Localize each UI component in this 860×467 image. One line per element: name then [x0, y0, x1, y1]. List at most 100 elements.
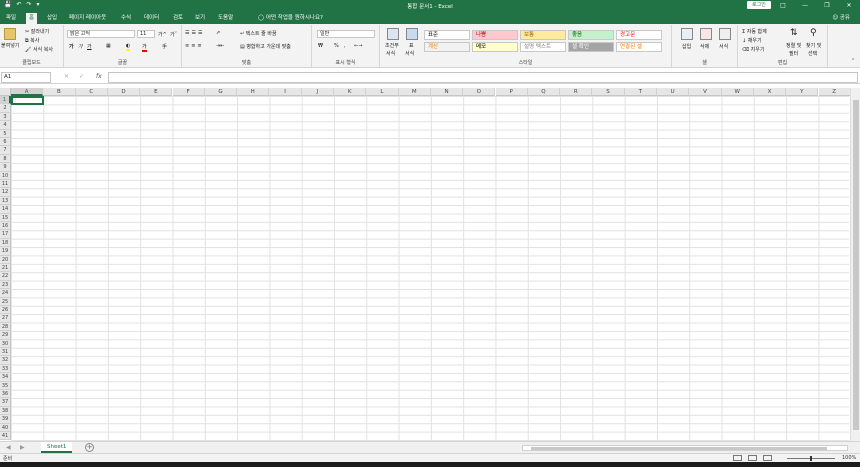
- row-header[interactable]: 32: [0, 356, 11, 365]
- column-header[interactable]: K: [334, 88, 367, 96]
- comma-button[interactable]: ,: [344, 43, 346, 49]
- normal-view-icon[interactable]: [733, 455, 742, 461]
- cell-style-item[interactable]: 계산: [424, 42, 470, 52]
- merge-center-button[interactable]: ▤ 병합하고 가운데 맞춤: [240, 43, 291, 50]
- shrink-font-button[interactable]: 가ˇ: [170, 31, 177, 38]
- row-header[interactable]: 11: [0, 180, 11, 189]
- table-format-label2[interactable]: 서식: [405, 50, 414, 57]
- grow-font-button[interactable]: 가^: [158, 31, 167, 38]
- column-header[interactable]: V: [689, 88, 722, 96]
- page-layout-view-icon[interactable]: [748, 455, 757, 461]
- find-select-label1[interactable]: 찾기 및: [806, 42, 821, 49]
- column-header[interactable]: O: [463, 88, 496, 96]
- column-header[interactable]: X: [753, 88, 787, 96]
- cell-style-item[interactable]: 연결된 셀: [616, 42, 662, 52]
- row-header[interactable]: 27: [0, 314, 11, 323]
- row-header[interactable]: 33: [0, 364, 11, 374]
- column-header[interactable]: M: [398, 88, 431, 96]
- paste-icon[interactable]: [4, 28, 16, 40]
- row-header[interactable]: 30: [0, 339, 11, 348]
- cell-area[interactable]: [11, 96, 849, 441]
- row-header[interactable]: 7: [0, 146, 11, 155]
- tab-insert[interactable]: 삽입: [44, 13, 60, 24]
- column-header[interactable]: F: [172, 88, 205, 96]
- login-button[interactable]: 로그인: [747, 1, 771, 9]
- close-icon[interactable]: ✕: [838, 0, 860, 11]
- orientation-icon[interactable]: ⇗: [216, 30, 220, 36]
- sort-filter-label1[interactable]: 정렬 및: [786, 42, 801, 49]
- border-icon[interactable]: ▦: [106, 43, 111, 49]
- italic-button[interactable]: 가: [78, 43, 83, 50]
- column-header[interactable]: E: [140, 88, 173, 96]
- column-header[interactable]: N: [430, 88, 464, 96]
- vertical-scrollbar[interactable]: [850, 88, 860, 441]
- row-header[interactable]: 4: [0, 121, 11, 130]
- table-format-label1[interactable]: 표: [409, 42, 414, 49]
- row-header[interactable]: 28: [0, 322, 11, 332]
- tab-home[interactable]: 홈: [26, 13, 38, 24]
- indent-icons[interactable]: ⇥⇤: [216, 43, 224, 49]
- column-header[interactable]: Q: [527, 88, 561, 96]
- row-header[interactable]: 36: [0, 390, 11, 399]
- share-button[interactable]: ☺ 공유: [832, 13, 850, 24]
- row-header[interactable]: 15: [0, 213, 11, 222]
- column-header[interactable]: H: [237, 88, 270, 96]
- column-header[interactable]: B: [43, 88, 76, 96]
- horizontal-align-icons[interactable]: ≡≡≡: [185, 43, 204, 49]
- fill-button[interactable]: ↓ 채우기: [742, 37, 762, 44]
- row-header[interactable]: 9: [0, 163, 11, 172]
- delete-cells-icon[interactable]: [700, 28, 712, 40]
- column-header[interactable]: T: [624, 88, 657, 96]
- cut-button[interactable]: ✂ 잘라내기: [25, 28, 49, 35]
- column-header[interactable]: Z: [818, 88, 851, 96]
- format-cells-icon[interactable]: [719, 28, 731, 40]
- row-header[interactable]: 41: [0, 432, 11, 441]
- row-header[interactable]: 20: [0, 255, 11, 264]
- clear-button[interactable]: ⌫ 지우기: [742, 46, 764, 53]
- column-header[interactable]: S: [592, 88, 625, 96]
- row-header[interactable]: 26: [0, 306, 11, 315]
- font-color-icon[interactable]: 가: [142, 43, 147, 52]
- add-sheet-button[interactable]: +: [85, 443, 94, 452]
- sort-filter-label2[interactable]: 필터: [789, 50, 798, 57]
- horizontal-scroll-thumb[interactable]: [531, 447, 827, 450]
- cell-style-item[interactable]: 경고문: [616, 30, 662, 40]
- formula-input[interactable]: [108, 72, 858, 83]
- cancel-icon[interactable]: ✕: [64, 73, 69, 80]
- row-header[interactable]: 25: [0, 297, 11, 306]
- row-header[interactable]: 6: [0, 138, 11, 147]
- tab-help[interactable]: 도움말: [215, 13, 236, 24]
- tab-review[interactable]: 검토: [170, 13, 186, 24]
- row-header[interactable]: 2: [0, 104, 11, 113]
- column-header[interactable]: R: [560, 88, 593, 96]
- insert-cells-icon[interactable]: [681, 28, 693, 40]
- name-box[interactable]: A1: [1, 72, 51, 83]
- find-select-label2[interactable]: 선택: [808, 50, 817, 57]
- row-header[interactable]: 16: [0, 222, 11, 231]
- font-size-select[interactable]: 11: [137, 30, 155, 38]
- select-all-corner[interactable]: [0, 88, 11, 96]
- column-header[interactable]: P: [495, 88, 528, 96]
- row-header[interactable]: 19: [0, 247, 11, 256]
- enter-icon[interactable]: ✓: [79, 73, 84, 80]
- row-header[interactable]: 22: [0, 272, 11, 281]
- autosum-button[interactable]: Σ 자동 합계: [742, 28, 767, 35]
- active-cell[interactable]: [11, 96, 44, 105]
- vertical-align-icons[interactable]: ☰☰☰: [185, 30, 204, 36]
- row-header[interactable]: 3: [0, 112, 11, 122]
- row-header[interactable]: 5: [0, 129, 11, 138]
- table-format-icon[interactable]: [406, 28, 418, 40]
- column-header[interactable]: C: [75, 88, 108, 96]
- copy-button[interactable]: ⧉ 복사: [25, 37, 39, 44]
- sheet-tab[interactable]: Sheet1: [41, 442, 73, 453]
- fill-color-icon[interactable]: ◐: [126, 43, 131, 51]
- accounting-icon[interactable]: ₩: [318, 43, 323, 49]
- row-header[interactable]: 8: [0, 154, 11, 164]
- collapse-ribbon-icon[interactable]: ⌃: [851, 58, 855, 64]
- column-header[interactable]: G: [204, 88, 238, 96]
- cell-style-item[interactable]: 셀 확인: [568, 42, 614, 52]
- column-header[interactable]: W: [721, 88, 754, 96]
- find-select-icon[interactable]: ⚲: [810, 28, 817, 38]
- tab-formulas[interactable]: 수식: [118, 13, 134, 24]
- column-header[interactable]: J: [301, 88, 334, 96]
